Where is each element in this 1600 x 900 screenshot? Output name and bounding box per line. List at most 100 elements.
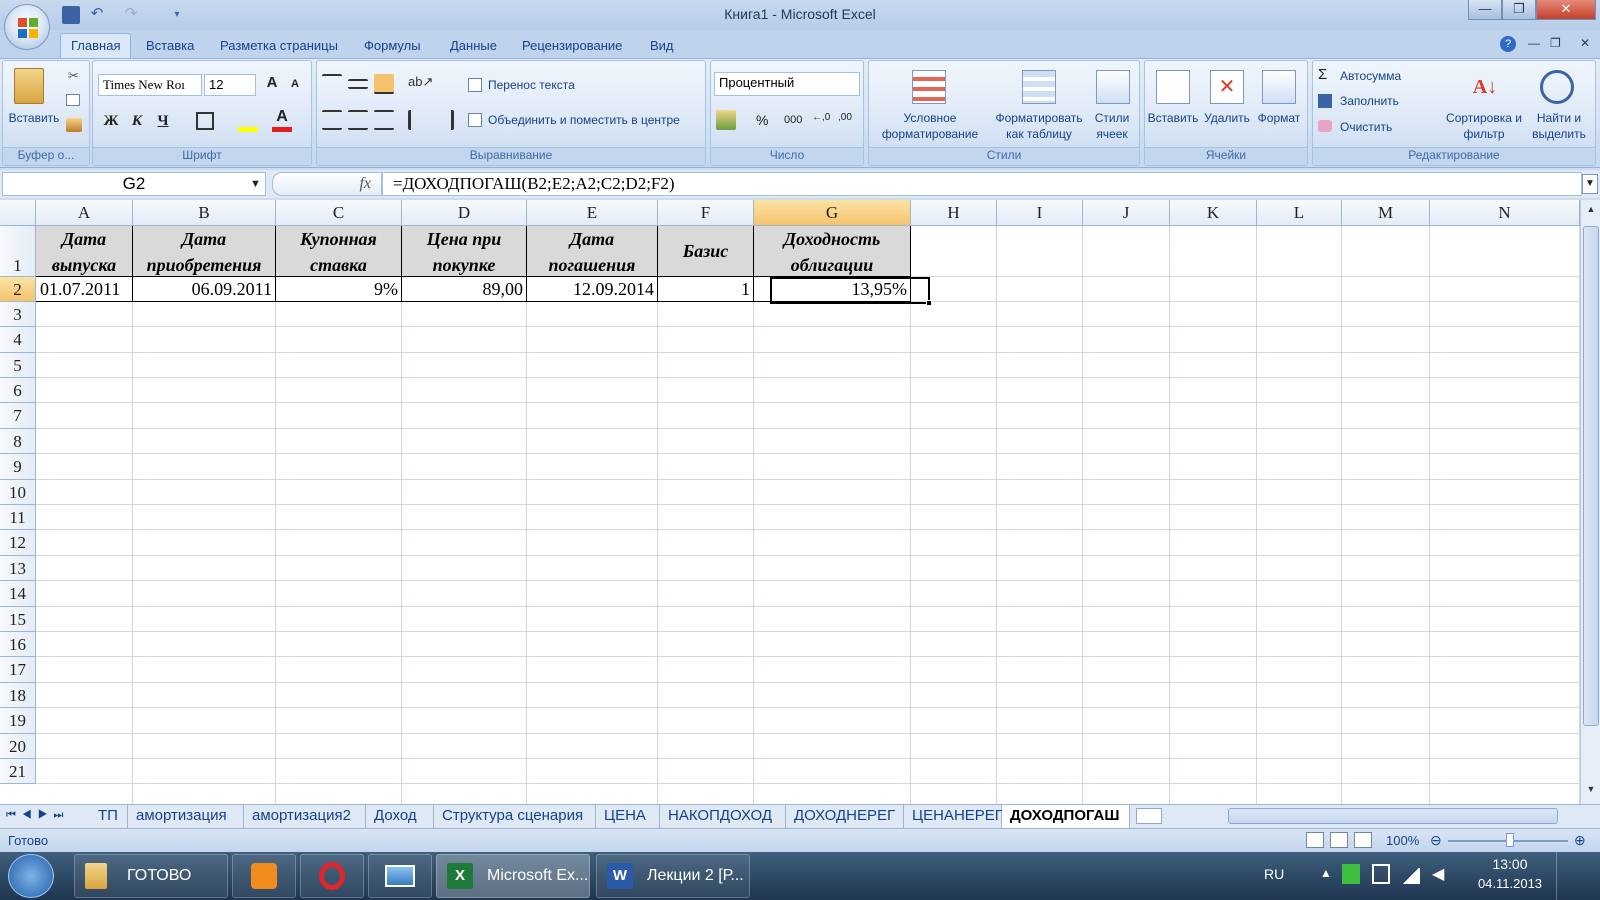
row-header[interactable]: 18 <box>0 683 36 708</box>
sheet-tab[interactable]: амортизация2 <box>244 805 366 828</box>
number-format-select[interactable]: Процентный <box>714 72 860 96</box>
sheet-nav-icons[interactable]: ⏮◀▶⏭ <box>6 809 69 822</box>
maximize-button[interactable]: ❐ <box>1502 0 1536 20</box>
row-header[interactable]: 10 <box>0 480 36 505</box>
column-header[interactable]: E <box>527 200 658 226</box>
row-header[interactable]: 17 <box>0 657 36 683</box>
column-header[interactable]: A <box>36 200 133 226</box>
data-cell[interactable]: 01.07.2011 <box>36 277 133 302</box>
fill-color-icon[interactable] <box>238 112 258 132</box>
minimize-button[interactable]: — <box>1468 0 1502 20</box>
shrink-font-icon[interactable]: A <box>286 78 304 96</box>
row-header[interactable]: 12 <box>0 530 36 556</box>
decrease-decimal-button[interactable]: ,00 <box>838 112 852 123</box>
taskbar-photos[interactable] <box>368 854 432 898</box>
row-header[interactable]: 5 <box>0 353 36 378</box>
column-header[interactable]: N <box>1430 200 1580 226</box>
ribbon-restore-icon[interactable]: ❐ <box>1550 36 1561 50</box>
column-header[interactable]: M <box>1342 200 1430 226</box>
orientation-icon[interactable]: ab↗ <box>408 74 433 94</box>
row-header[interactable]: 7 <box>0 403 36 429</box>
network-tray-icon[interactable] <box>1342 864 1360 884</box>
conditional-formatting-button[interactable]: Условное форматирование <box>874 110 986 142</box>
underline-button[interactable]: Ч <box>152 110 174 132</box>
merge-center-button[interactable]: Объединить и поместить в центре <box>488 112 680 128</box>
page-layout-view-icon[interactable] <box>1330 832 1348 848</box>
font-size-select[interactable]: 12 <box>204 74 256 96</box>
clear-button[interactable]: Очистить <box>1340 119 1392 135</box>
sheet-tab[interactable]: Структура сценария <box>434 805 596 828</box>
zoom-slider-thumb[interactable] <box>1506 833 1514 847</box>
page-break-view-icon[interactable] <box>1354 832 1372 848</box>
delete-cells-icon[interactable]: ✕ <box>1210 70 1244 104</box>
show-hidden-icons[interactable]: ▲ <box>1320 866 1332 880</box>
tab-page-layout[interactable]: Разметка страницы <box>210 36 348 56</box>
insert-sheet-icon[interactable] <box>1136 808 1162 824</box>
scroll-up-icon[interactable]: ▲ <box>1583 204 1599 220</box>
sheet-tab[interactable]: ДОХОДНЕРЕГ <box>786 805 904 828</box>
format-painter-icon[interactable] <box>66 118 82 132</box>
align-bottom-icon[interactable] <box>374 74 394 94</box>
header-cell[interactable]: Дата выпуска <box>36 226 133 277</box>
device-tray-icon[interactable] <box>1372 864 1390 884</box>
header-cell[interactable]: Купонная ставка <box>276 226 402 277</box>
row-header[interactable]: 3 <box>0 302 36 327</box>
data-cell[interactable]: 89,00 <box>402 277 527 302</box>
select-all-corner[interactable] <box>0 200 36 226</box>
font-color-icon[interactable]: A <box>272 108 292 132</box>
normal-view-icon[interactable] <box>1306 832 1324 848</box>
row-header[interactable]: 1 <box>0 226 36 277</box>
cut-icon[interactable]: ✂ <box>68 68 79 84</box>
redo-icon[interactable]: ↷ <box>122 6 140 24</box>
taskbar-excel[interactable]: X Microsoft Ex... <box>436 854 590 898</box>
column-header[interactable]: H <box>911 200 997 226</box>
row-header[interactable]: 19 <box>0 708 36 734</box>
bold-button[interactable]: Ж <box>100 110 122 132</box>
row-header[interactable]: 15 <box>0 607 36 632</box>
name-box[interactable]: G2 <box>2 172 266 196</box>
fill-handle[interactable] <box>926 300 932 306</box>
tab-home[interactable]: Главная <box>60 33 132 59</box>
paste-button[interactable]: Вставить <box>4 110 64 126</box>
increase-indent-icon[interactable] <box>434 110 454 130</box>
sheet-tab[interactable]: ЦЕНА <box>596 805 660 828</box>
cell-styles-icon[interactable] <box>1096 70 1130 104</box>
signal-icon[interactable] <box>1402 868 1420 884</box>
horizontal-scrollbar[interactable] <box>1228 808 1558 824</box>
column-header[interactable]: I <box>997 200 1083 226</box>
insert-cells-button[interactable]: Вставить <box>1146 110 1200 126</box>
row-header[interactable]: 2 <box>0 277 36 302</box>
vertical-scroll-thumb[interactable] <box>1583 226 1599 726</box>
row-header[interactable]: 4 <box>0 327 36 353</box>
format-as-table-button[interactable]: Форматировать как таблицу <box>988 110 1090 142</box>
row-header[interactable]: 6 <box>0 378 36 403</box>
column-header[interactable]: F <box>658 200 754 226</box>
align-top-icon[interactable] <box>322 74 342 94</box>
sheet-tab[interactable]: НАКОПДОХОД <box>660 805 786 828</box>
undo-icon[interactable]: ↶ <box>88 6 106 24</box>
delete-cells-button[interactable]: Удалить <box>1200 110 1254 126</box>
decrease-indent-icon[interactable] <box>408 110 428 130</box>
tab-insert[interactable]: Вставка <box>136 36 204 56</box>
format-cells-icon[interactable] <box>1262 70 1296 104</box>
fill-button[interactable]: Заполнить <box>1340 93 1399 109</box>
column-header[interactable]: J <box>1083 200 1170 226</box>
customize-qat-icon[interactable]: ▾ <box>168 6 186 24</box>
taskbar-folder[interactable]: ГОТОВО <box>74 854 228 898</box>
insert-cells-icon[interactable] <box>1156 70 1190 104</box>
row-header[interactable]: 20 <box>0 734 36 759</box>
data-cell[interactable]: 9% <box>276 277 402 302</box>
expand-formula-bar-icon[interactable]: ▼ <box>1582 174 1598 194</box>
grow-font-icon[interactable]: A <box>262 74 282 96</box>
italic-button[interactable]: К <box>126 110 148 132</box>
volume-icon[interactable]: ◀ <box>1432 864 1444 884</box>
align-middle-icon[interactable] <box>348 79 368 89</box>
row-header[interactable]: 11 <box>0 505 36 530</box>
language-indicator[interactable]: RU <box>1264 866 1284 882</box>
sheet-tab[interactable]: ДОХОДПОГАШ <box>1002 805 1130 828</box>
tab-review[interactable]: Рецензирование <box>512 36 632 56</box>
sheet-tab[interactable]: ЦЕНАНЕРЕГ <box>904 805 1003 828</box>
column-header[interactable]: L <box>1257 200 1342 226</box>
format-cells-button[interactable]: Формат <box>1252 110 1306 126</box>
header-cell[interactable]: Дата приобретения <box>133 226 276 277</box>
